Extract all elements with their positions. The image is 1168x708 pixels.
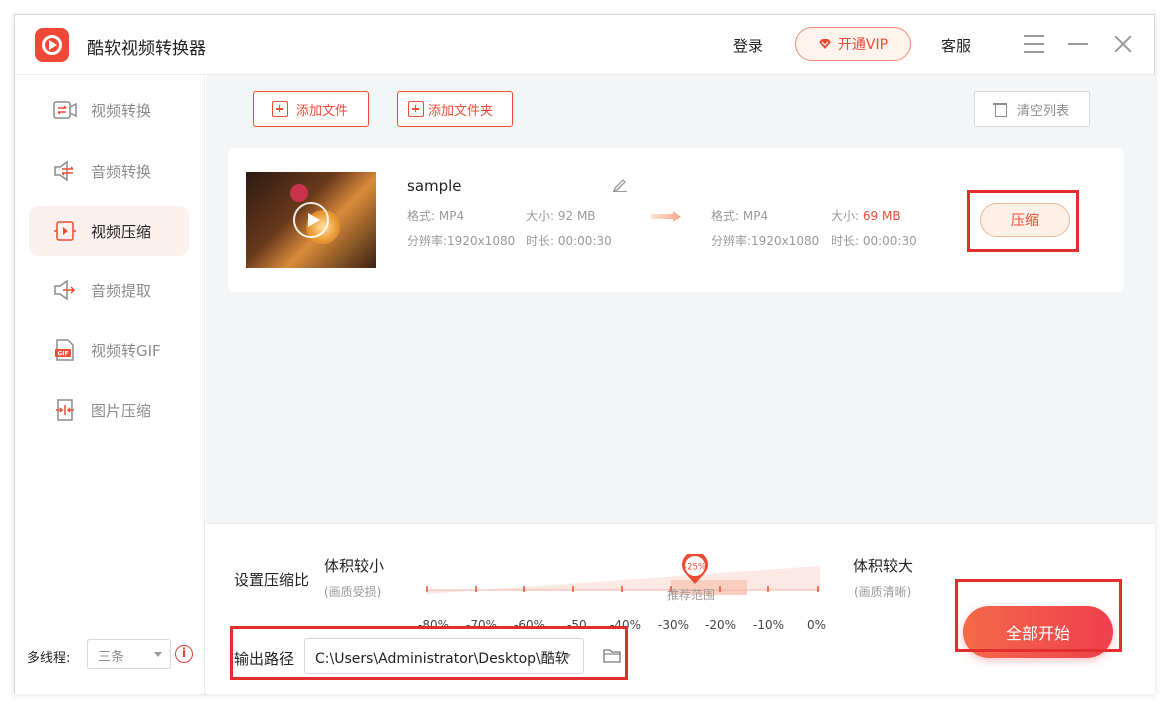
info-icon[interactable]: i [175, 645, 193, 663]
add-folder-button[interactable]: 添加文件夹 [397, 91, 513, 127]
title-bar: 酷软视频转换器 登录 开通VIP 客服 [15, 15, 1154, 75]
output-resolution: 分辨率:1920x1080 [711, 234, 820, 248]
edit-icon[interactable] [612, 176, 628, 192]
service-link[interactable]: 客服 [941, 35, 971, 56]
source-resolution: 分辨率:1920x1080 [407, 234, 516, 248]
output-path-label: 输出路径 [234, 650, 295, 668]
play-icon[interactable] [293, 202, 329, 238]
app-title: 酷软视频转换器 [87, 39, 206, 59]
close-icon[interactable] [1112, 33, 1134, 55]
sidebar-item-video-gif[interactable]: GIF 视频转GIF [29, 325, 189, 375]
file-name: sample [407, 177, 462, 195]
clear-list-label: 清空列表 [1017, 103, 1070, 119]
size-large-label: 体积较大 [853, 557, 914, 575]
add-file-icon [272, 101, 288, 117]
video-compress-icon [54, 221, 76, 241]
compression-slider[interactable]: -25% [426, 554, 820, 614]
slider-value: -25% [684, 563, 706, 573]
app-window: 酷软视频转换器 登录 开通VIP 客服 视频转换 音频转换 视频压缩 音频提取 … [14, 14, 1155, 694]
tick-label: 0% [807, 618, 827, 632]
add-folder-label: 添加文件夹 [428, 103, 494, 119]
output-duration: 时长: 00:00:30 [831, 234, 917, 248]
sidebar-item-label: 图片压缩 [91, 402, 152, 420]
sidebar-item-audio-extract[interactable]: 音频提取 [29, 265, 189, 315]
trash-icon [993, 101, 1007, 117]
clear-list-button[interactable]: 清空列表 [974, 91, 1090, 127]
tick-label: -60% [514, 618, 546, 632]
main-content: 添加文件 添加文件夹 清空列表 sample 格式: MP4 大小: 92 MB… [206, 75, 1155, 523]
compress-button[interactable]: 压缩 [980, 203, 1070, 237]
sidebar-item-audio-convert[interactable]: 音频转换 [29, 146, 189, 196]
tick-label: -20% [705, 618, 737, 632]
output-size-value: 69 MB [862, 209, 901, 223]
sidebar-item-label: 视频转换 [91, 102, 152, 120]
video-thumbnail[interactable] [246, 172, 376, 268]
vip-label: 开通VIP [837, 37, 889, 53]
vip-button[interactable]: 开通VIP [795, 27, 911, 61]
tick-label: -10% [753, 618, 785, 632]
sidebar-item-label: 音频提取 [91, 282, 152, 300]
svg-text:GIF: GIF [57, 351, 68, 358]
sidebar-item-label: 视频压缩 [91, 223, 152, 241]
output-path-select[interactable]: C:\Users\Administrator\Desktop\酷软 [304, 638, 584, 674]
sidebar-item-video-compress[interactable]: 视频压缩 [29, 206, 189, 256]
audio-convert-icon [54, 160, 74, 182]
chevron-down-icon [154, 652, 162, 657]
add-file-button[interactable]: 添加文件 [253, 91, 369, 127]
tick-label: -50 [567, 618, 587, 632]
tick-label: -40% [610, 618, 642, 632]
compression-settings: 设置压缩比 体积较小 (画质受损) -25% 推荐范围 -80% -70% -6… [206, 523, 1155, 694]
start-all-button[interactable]: 全部开始 [963, 606, 1113, 658]
output-size: 大小: 69 MB [831, 207, 901, 224]
menu-icon[interactable] [1023, 33, 1045, 55]
sidebar-item-label: 视频转GIF [91, 342, 161, 360]
size-small-label: 体积较小 [324, 557, 385, 575]
source-duration: 时长: 00:00:30 [526, 234, 612, 248]
sidebar-item-image-compress[interactable]: 图片压缩 [29, 385, 189, 435]
sidebar: 视频转换 音频转换 视频压缩 音频提取 GIF 视频转GIF 图片压缩 多线程:… [15, 75, 205, 694]
arrow-right-icon [651, 211, 681, 222]
compression-ratio-label: 设置压缩比 [234, 571, 310, 589]
image-compress-icon [56, 399, 74, 421]
add-folder-icon [408, 101, 424, 117]
tick-label: -70% [466, 618, 498, 632]
chevron-down-icon [563, 654, 571, 659]
threads-select[interactable]: 三条 [87, 639, 171, 669]
sidebar-item-video-convert[interactable]: 视频转换 [29, 85, 189, 135]
video-convert-icon [53, 101, 77, 119]
threads-value: 三条 [98, 650, 125, 665]
add-file-label: 添加文件 [296, 103, 349, 119]
file-card: sample 格式: MP4 大小: 92 MB 分辨率:1920x1080 时… [228, 148, 1124, 292]
threads-label: 多线程: [27, 651, 71, 666]
output-path-value: C:\Users\Administrator\Desktop\酷软 [315, 651, 569, 667]
source-size: 大小: 92 MB [526, 209, 596, 223]
gif-icon: GIF [55, 339, 74, 361]
folder-icon[interactable] [603, 648, 621, 663]
login-link[interactable]: 登录 [733, 35, 763, 56]
app-logo-icon [35, 28, 69, 62]
tick-label: -80% [418, 618, 450, 632]
size-small-note: (画质受损) [324, 585, 382, 599]
diamond-icon [818, 39, 831, 49]
minimize-icon[interactable] [1067, 33, 1089, 55]
output-format: 格式: MP4 [711, 209, 769, 223]
output-size-label: 大小: [831, 209, 860, 223]
sidebar-item-label: 音频转换 [91, 163, 152, 181]
recommended-range-label: 推荐范围 [667, 588, 716, 602]
audio-extract-icon [54, 279, 76, 301]
size-large-note: (画质清晰) [854, 585, 912, 599]
source-format: 格式: MP4 [407, 209, 465, 223]
tick-label: -30% [658, 618, 690, 632]
